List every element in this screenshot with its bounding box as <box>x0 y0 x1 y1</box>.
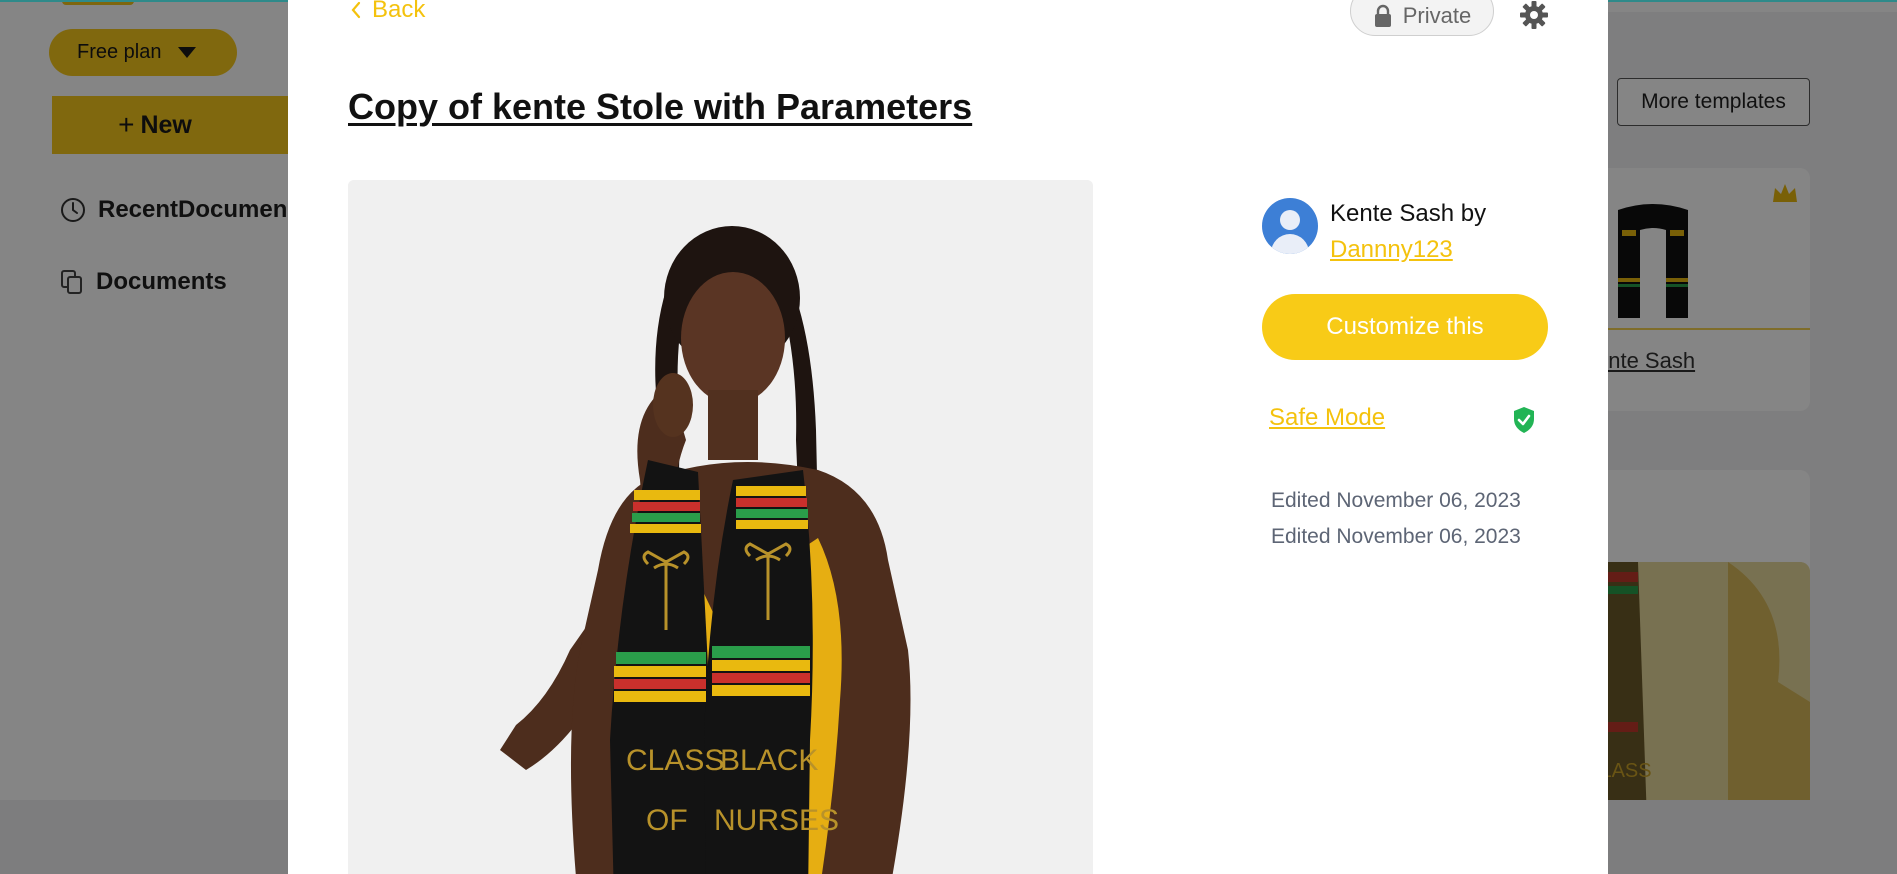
privacy-toggle[interactable]: Private <box>1350 0 1494 36</box>
safe-mode-link[interactable]: Safe Mode <box>1269 404 1385 432</box>
privacy-label: Private <box>1402 3 1472 28</box>
back-link-label: Back <box>372 0 426 23</box>
shield-check-icon <box>1514 407 1534 433</box>
edited-date: Edited November 06, 2023 <box>1271 489 1521 512</box>
gear-icon[interactable] <box>1519 0 1549 30</box>
product-preview-image: CLASS OF BLACK NURSES <box>348 180 1093 874</box>
chevron-left-icon <box>351 1 361 19</box>
stole-text-nurses: NURSES <box>714 804 839 837</box>
author-link[interactable]: Dannny123 <box>1330 232 1486 268</box>
edited-date: Edited November 06, 2023 <box>1271 525 1521 548</box>
customize-button[interactable]: Customize this <box>1262 294 1548 360</box>
template-detail-modal: Back Private Copy of kente Stole with Pa… <box>288 0 1608 874</box>
avatar[interactable] <box>1262 198 1318 254</box>
stole-text-class: CLASS <box>626 744 724 777</box>
back-link[interactable]: Back <box>350 0 425 24</box>
lock-icon <box>1374 4 1391 27</box>
stole-text-of: OF <box>646 804 688 837</box>
page-title[interactable]: Copy of kente Stole with Parameters <box>348 86 972 128</box>
stole-text-black: BLACK <box>720 744 818 777</box>
author-info: Kente Sash by Dannny123 <box>1262 198 1486 268</box>
author-prefix: Kente Sash by <box>1330 200 1487 227</box>
